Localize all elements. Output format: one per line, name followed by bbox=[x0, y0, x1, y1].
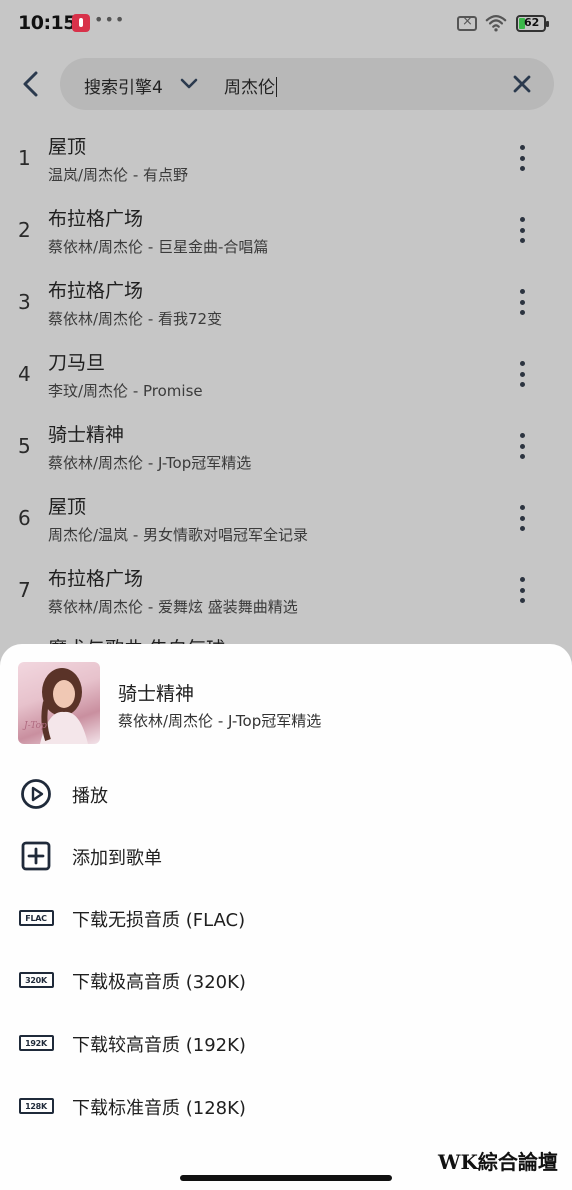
result-index: 1 bbox=[18, 146, 31, 170]
more-options-icon[interactable] bbox=[508, 502, 536, 534]
320k-icon: 320K bbox=[18, 964, 54, 996]
result-row[interactable]: 4 刀马旦 李玟/周杰伦 - Promise bbox=[0, 338, 572, 410]
result-index: 4 bbox=[18, 362, 31, 386]
more-options-icon[interactable] bbox=[508, 286, 536, 318]
flac-badge: FLAC bbox=[18, 910, 54, 926]
result-row[interactable]: 1 屋顶 温岚/周杰伦 - 有点野 bbox=[0, 122, 572, 194]
result-index: 6 bbox=[18, 506, 31, 530]
more-options-icon[interactable] bbox=[508, 574, 536, 606]
play-label: 播放 bbox=[72, 786, 108, 807]
192k-icon: 192K bbox=[18, 1027, 54, 1059]
search-query-text: 周杰伦 bbox=[224, 78, 275, 98]
home-indicator[interactable] bbox=[180, 1175, 392, 1181]
search-engine-selector[interactable]: 搜索引擎4 bbox=[84, 73, 163, 98]
flac-icon: FLAC bbox=[18, 902, 54, 934]
result-index: 2 bbox=[18, 218, 31, 242]
song-artist-album: 温岚/周杰伦 - 有点野 bbox=[48, 166, 189, 184]
result-index: 3 bbox=[18, 290, 31, 314]
song-artist-album: 蔡依林/周杰伦 - J-Top冠军精选 bbox=[48, 454, 252, 472]
more-options-icon[interactable] bbox=[508, 430, 536, 462]
song-options-sheet: J-Top 骑士精神 蔡依林/周杰伦 - J-Top冠军精选 播放 添加到歌单 … bbox=[0, 644, 572, 1190]
song-artist-album: 蔡依林/周杰伦 - 爱舞炫 盛装舞曲精选 bbox=[48, 598, 298, 616]
add-to-playlist-option[interactable]: 添加到歌单 bbox=[0, 826, 572, 886]
watermark: WK綜合論壇 bbox=[436, 1146, 560, 1175]
battery-level: 62 bbox=[524, 16, 540, 29]
download-192k-label: 下载较高音质 (192K) bbox=[72, 1035, 246, 1056]
song-artist-album: 周杰伦/温岚 - 男女情歌对唱冠军全记录 bbox=[48, 526, 309, 544]
result-row[interactable]: 7 布拉格广场 蔡依林/周杰伦 - 爱舞炫 盛装舞曲精选 bbox=[0, 554, 572, 626]
text-caret bbox=[276, 77, 277, 97]
song-artist-album: 蔡依林/周杰伦 - 看我72变 bbox=[48, 310, 223, 328]
more-options-icon[interactable] bbox=[508, 358, 536, 390]
result-row[interactable]: 6 屋顶 周杰伦/温岚 - 男女情歌对唱冠军全记录 bbox=[0, 482, 572, 554]
320k-badge: 320K bbox=[18, 972, 54, 988]
download-192k-option[interactable]: 192K 下载较高音质 (192K) bbox=[0, 1013, 572, 1073]
battery-icon: 62 bbox=[516, 15, 549, 32]
play-option[interactable]: 播放 bbox=[0, 764, 572, 824]
128k-badge: 128K bbox=[18, 1098, 54, 1114]
download-128k-label: 下载标准音质 (128K) bbox=[72, 1098, 246, 1119]
192k-badge: 192K bbox=[18, 1035, 54, 1051]
play-circle-icon bbox=[18, 778, 54, 810]
svg-text:J-Top: J-Top bbox=[22, 721, 47, 731]
search-input[interactable]: 周杰伦 bbox=[224, 73, 277, 98]
song-title: 布拉格广场 bbox=[48, 208, 144, 230]
song-title: 布拉格广场 bbox=[48, 280, 144, 302]
album-cover: J-Top bbox=[18, 662, 100, 744]
clear-search-button[interactable] bbox=[508, 70, 536, 98]
result-index: 5 bbox=[18, 434, 31, 458]
more-notifications-indicator: ••• bbox=[94, 10, 126, 29]
search-results-list: 1 屋顶 温岚/周杰伦 - 有点野 2 布拉格广场 蔡依林/周杰伦 - 巨星金曲… bbox=[0, 122, 572, 646]
song-title: 骑士精神 bbox=[48, 424, 125, 446]
back-button[interactable] bbox=[14, 66, 48, 102]
sheet-song-title: 骑士精神 bbox=[118, 683, 195, 705]
download-320k-label: 下载极高音质 (320K) bbox=[72, 972, 246, 993]
more-options-icon[interactable] bbox=[508, 214, 536, 246]
sim-off-icon bbox=[457, 14, 477, 31]
download-flac-option[interactable]: FLAC 下载无损音质 (FLAC) bbox=[0, 888, 572, 948]
result-row[interactable]: 3 布拉格广场 蔡依林/周杰伦 - 看我72变 bbox=[0, 266, 572, 338]
close-icon bbox=[513, 75, 531, 93]
status-bar: 10:15 ••• 62 bbox=[0, 0, 572, 50]
download-flac-label: 下载无损音质 (FLAC) bbox=[72, 910, 246, 931]
result-row[interactable]: 2 布拉格广场 蔡依林/周杰伦 - 巨星金曲-合唱篇 bbox=[0, 194, 572, 266]
wifi-icon bbox=[485, 15, 507, 32]
song-artist-album: 李玟/周杰伦 - Promise bbox=[48, 382, 203, 400]
status-time: 10:15 bbox=[18, 12, 76, 34]
add-square-icon bbox=[18, 840, 54, 872]
song-title: 刀马旦 bbox=[48, 352, 106, 374]
music-app-icon bbox=[72, 14, 90, 32]
more-options-icon[interactable] bbox=[508, 142, 536, 174]
128k-icon: 128K bbox=[18, 1090, 54, 1122]
back-arrow-icon bbox=[23, 71, 38, 97]
song-title: 屋顶 bbox=[48, 496, 87, 518]
sheet-song-artist-album: 蔡依林/周杰伦 - J-Top冠军精选 bbox=[118, 712, 322, 730]
add-to-playlist-label: 添加到歌单 bbox=[72, 848, 162, 869]
song-title: 布拉格广场 bbox=[48, 568, 144, 590]
result-index: 7 bbox=[18, 578, 31, 602]
download-128k-option[interactable]: 128K 下载标准音质 (128K) bbox=[0, 1076, 572, 1136]
chevron-down-icon[interactable] bbox=[178, 73, 200, 95]
song-title: 屋顶 bbox=[48, 136, 87, 158]
result-row-partial[interactable]: 魔术与歌曲·告白气球 bbox=[0, 626, 572, 646]
download-320k-option[interactable]: 320K 下载极高音质 (320K) bbox=[0, 950, 572, 1010]
result-row[interactable]: 5 骑士精神 蔡依林/周杰伦 - J-Top冠军精选 bbox=[0, 410, 572, 482]
search-bar: 搜索引擎4 周杰伦 bbox=[60, 58, 554, 110]
song-artist-album: 蔡依林/周杰伦 - 巨星金曲-合唱篇 bbox=[48, 238, 269, 256]
